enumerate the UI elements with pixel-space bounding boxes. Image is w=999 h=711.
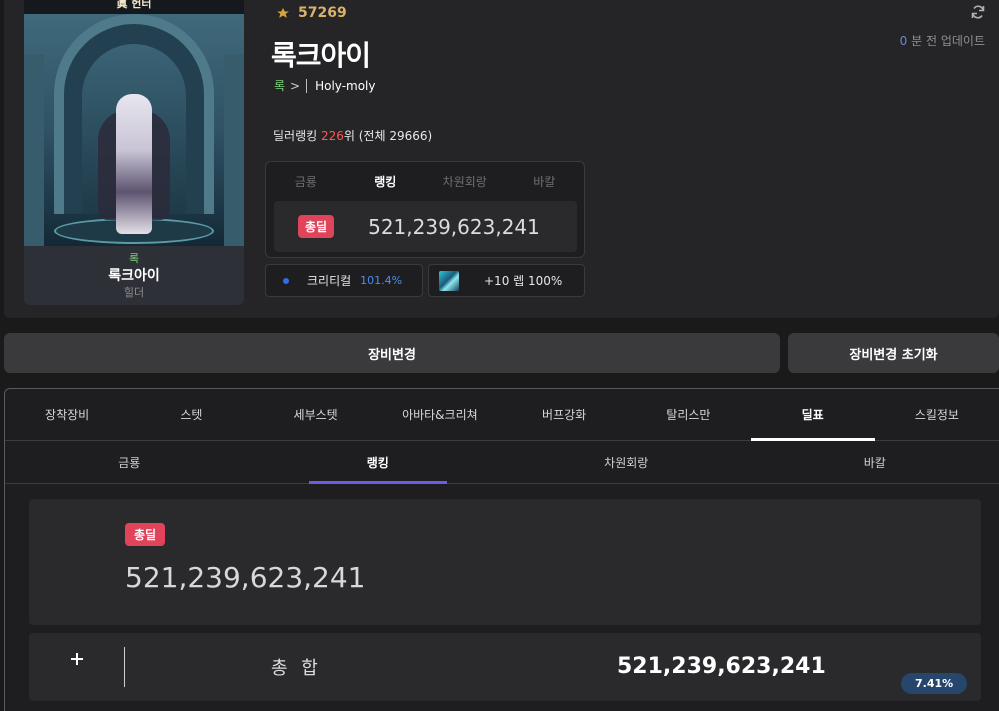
character-card[interactable]: 眞 헌터 록 록크아이 힐더 — [24, 0, 244, 305]
fame-icon — [274, 6, 292, 20]
sum-percent-badge: 7.41% — [901, 673, 968, 694]
character-name: 록크아이 — [108, 268, 160, 284]
tab-talisman[interactable]: 탈리스만 — [626, 389, 750, 440]
total-damage-badge: 총딜 — [298, 215, 335, 238]
rank-number: 226 — [320, 129, 344, 143]
equipment-change-button[interactable]: 장비변경 — [4, 333, 780, 373]
sum-divider — [124, 647, 125, 687]
subtab-ranking[interactable]: 랭킹 — [254, 442, 503, 484]
dot-icon — [283, 277, 289, 284]
update-text: 분 전 업데이트 — [907, 34, 985, 48]
critical-value: 101.4% — [360, 274, 403, 287]
detail-panel: 장착장비 스텟 세부스텟 아바타&크리쳐 버프강화 탈리스만 딜표 스킬정보 금… — [4, 388, 999, 711]
total-damage-box: 총딜 521,239,623,241 — [29, 499, 981, 625]
server-tag: 眞 헌터 — [24, 0, 244, 14]
subtab-dimension[interactable]: 차원회랑 — [502, 442, 751, 483]
total-damage-value: 521,239,623,241 — [368, 214, 540, 239]
update-status: 0 분 전 업데이트 — [900, 32, 985, 49]
gem-icon — [439, 270, 459, 291]
sum-value: 521,239,623,241 — [617, 654, 826, 679]
level-label: +10 렙 100% — [484, 274, 563, 288]
damage-tab-geumryong[interactable]: 금룡 — [266, 173, 346, 190]
guild-link[interactable]: Holy-moly — [315, 79, 375, 93]
total-value: 521,239,623,241 — [125, 561, 366, 594]
profile-panel: 眞 헌터 록 록크아이 힐더 57269 록크아이 록 > Holy-moly … — [4, 0, 999, 318]
tab-damage-table[interactable]: 딜표 — [750, 389, 876, 441]
critical-label: 크리티컬 — [307, 274, 352, 288]
rank-prefix: 딜러랭킹 — [273, 129, 321, 143]
plus-icon[interactable] — [69, 651, 85, 667]
tab-stats[interactable]: 스텟 — [129, 389, 253, 440]
sub-tabs: 금룡 랭킹 차원회랑 바칼 — [5, 442, 999, 484]
tab-buff[interactable]: 버프강화 — [502, 389, 626, 440]
character-job: 록 — [128, 252, 140, 265]
dealer-ranking: 딜러랭킹 226위 (전체 29666) — [273, 127, 432, 144]
refresh-icon[interactable] — [970, 4, 986, 20]
critical-stat: 크리티컬 101.4% — [265, 264, 423, 297]
level-stat: +10 렙 100% — [428, 264, 585, 297]
damage-card: 금룡 랭킹 차원회랑 바칼 총딜 521,239,623,241 — [265, 161, 585, 258]
tab-detail-stats[interactable]: 세부스텟 — [254, 389, 378, 440]
damage-tab-dimension[interactable]: 차원회랑 — [425, 173, 505, 190]
tab-avatar-creature[interactable]: 아바타&크리쳐 — [378, 389, 502, 440]
damage-tab-bakal[interactable]: 바칼 — [505, 173, 585, 190]
pillar-left — [24, 54, 44, 246]
page-title: 록크아이 — [271, 39, 371, 72]
pillar-right — [224, 54, 244, 246]
tab-skill-info[interactable]: 스킬정보 — [875, 389, 999, 440]
equipment-reset-button[interactable]: 장비변경 초기화 — [788, 333, 999, 373]
breadcrumb-job[interactable]: 록 — [274, 77, 285, 94]
damage-tab-ranking[interactable]: 랭킹 — [346, 173, 426, 190]
damage-card-body: 총딜 521,239,623,241 — [274, 201, 577, 252]
character-meta: 록 록크아이 힐더 — [24, 246, 244, 300]
breadcrumb: 록 > Holy-moly — [274, 77, 376, 94]
sum-label: 총 합 — [271, 658, 322, 679]
total-badge: 총딜 — [125, 523, 166, 546]
character-subclass: 힐더 — [123, 286, 145, 299]
rank-suffix: 위 (전체 29666) — [343, 129, 433, 143]
subtab-geumryong[interactable]: 금룡 — [5, 442, 254, 483]
character-art — [24, 14, 244, 246]
fame-row: 57269 — [274, 5, 347, 21]
character-figure — [116, 94, 152, 234]
chevron-right-icon: > — [290, 78, 301, 93]
subtab-bakal[interactable]: 바칼 — [751, 442, 999, 483]
tab-equipment[interactable]: 장착장비 — [5, 389, 129, 440]
sum-row[interactable]: 총 합 521,239,623,241 7.41% — [29, 633, 981, 701]
breadcrumb-divider — [306, 78, 308, 93]
damage-card-tabs: 금룡 랭킹 차원회랑 바칼 — [266, 162, 584, 200]
page-root: 眞 헌터 록 록크아이 힐더 57269 록크아이 록 > Holy-moly … — [0, 0, 999, 711]
fame-value: 57269 — [298, 5, 347, 21]
main-tabs: 장착장비 스텟 세부스텟 아바타&크리쳐 버프강화 탈리스만 딜표 스킬정보 — [5, 389, 999, 441]
